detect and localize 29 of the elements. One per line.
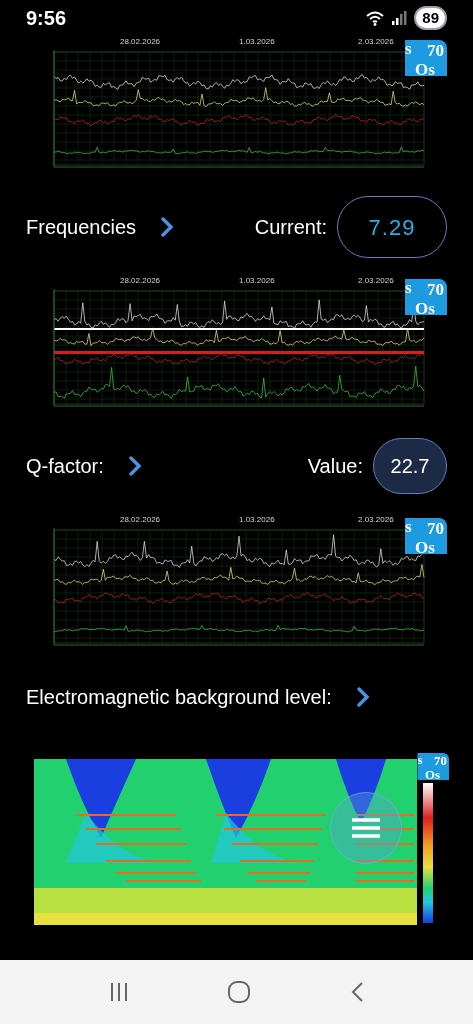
date-label: 2.03.2026 — [358, 515, 394, 525]
logo-badge: s 70 Os — [405, 279, 447, 315]
menu-icon — [352, 818, 380, 838]
section-label: Q-factor: — [26, 454, 104, 479]
chevron-right-icon[interactable] — [160, 217, 175, 237]
date-label: 28.02.2026 — [120, 37, 161, 47]
reading-label: Current: — [254, 215, 327, 240]
logo-badge: s 70 Os — [405, 40, 447, 76]
date-label: 1.03.2026 — [239, 276, 275, 286]
date-label: 28.02.2026 — [120, 276, 161, 286]
signal-icon — [392, 11, 409, 25]
battery-level: 89 — [414, 6, 447, 30]
home-icon[interactable] — [227, 980, 252, 1004]
back-icon[interactable] — [349, 981, 364, 1003]
section-label: Electromagnetic background level: — [26, 685, 332, 710]
section-label: Frequencies — [26, 215, 137, 240]
chevron-right-icon[interactable] — [355, 687, 370, 707]
clock-time: 9:56 — [26, 6, 67, 31]
date-label: 1.03.2026 — [239, 515, 275, 525]
logo-badge: s 70 Os — [417, 753, 449, 780]
reading-label: Value: — [307, 454, 363, 479]
logo-badge: s 70 Os — [405, 518, 447, 554]
date-label: 2.03.2026 — [358, 276, 394, 286]
date-label: 28.02.2026 — [120, 515, 161, 525]
recent-apps-icon[interactable] — [109, 982, 130, 1002]
chevron-right-icon[interactable] — [127, 456, 142, 476]
date-label: 1.03.2026 — [239, 37, 275, 47]
date-label: 2.03.2026 — [358, 37, 394, 47]
reading-value: 22.7 — [373, 438, 447, 494]
